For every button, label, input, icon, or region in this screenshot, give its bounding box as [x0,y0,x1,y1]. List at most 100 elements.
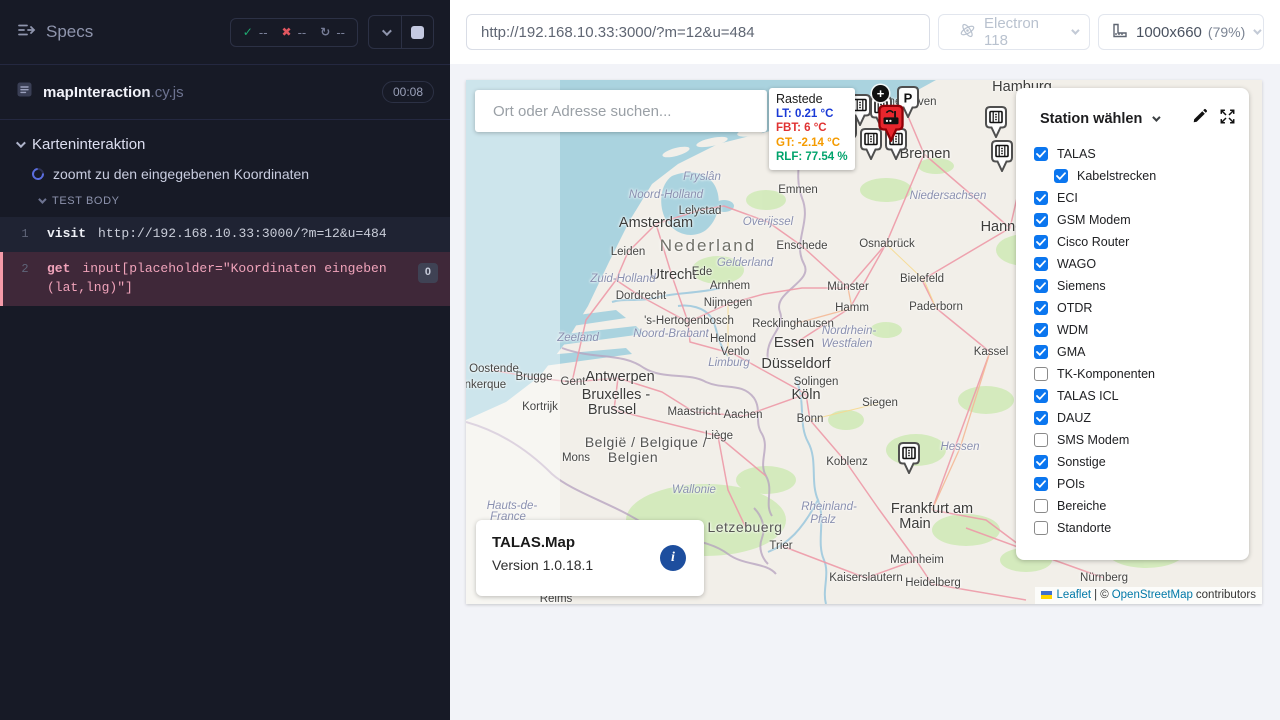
viewport-ruler-icon [1111,22,1128,43]
test-title: zoomt zu den eingegebenen Koordinaten [53,166,309,182]
checkbox[interactable] [1034,433,1048,447]
check-icon: ✓ [243,25,253,39]
checkbox[interactable] [1034,213,1048,227]
map-container[interactable]: HamburgBremerhavenBremenNiedersachsenHan… [466,80,1262,604]
layer-checkbox-row[interactable]: WDM [1034,323,1249,337]
aut-frame-area: HamburgBremerhavenBremenNiedersachsenHan… [450,64,1280,720]
checkbox[interactable] [1034,279,1048,293]
command-row[interactable]: 1 visithttp://192.168.10.33:3000/?m=12&u… [0,217,450,252]
checkbox[interactable] [1034,323,1048,337]
stat-passed: ✓-- [243,25,268,40]
checkbox[interactable] [1034,389,1048,403]
command-row[interactable]: 2 getinput[placeholder="Koordinaten eing… [0,252,450,306]
checkbox[interactable] [1034,367,1048,381]
leaflet-link[interactable]: Leaflet [1057,589,1092,601]
command-number: 2 [3,260,47,278]
checkbox[interactable] [1034,455,1048,469]
spec-file-row[interactable]: mapInteraction.cy.js 00:08 [0,65,450,119]
osm-link[interactable]: OpenStreetMap [1112,589,1193,601]
app-version: Version 1.0.18.1 [492,557,688,573]
layer-checkbox-row[interactable]: Kabelstrecken [1054,169,1249,183]
checkbox[interactable] [1054,169,1068,183]
x-icon: ✖ [282,25,292,39]
layer-label: GSM Modem [1057,213,1131,227]
ukraine-flag-icon [1041,591,1052,599]
layer-checkbox-row[interactable]: Sonstige [1034,455,1249,469]
viewport-select[interactable]: 1000x660 (79%) [1098,14,1264,50]
layer-checkbox-row[interactable]: OTDR [1034,301,1249,315]
running-spinner-icon [30,166,47,183]
expand-icon[interactable] [1220,109,1235,129]
layer-checkbox-row[interactable]: POIs [1034,477,1249,491]
url-bar[interactable]: http://192.168.10.33:3000/?m=12&u=484 [466,14,930,50]
layer-checkbox-row[interactable]: GMA [1034,345,1249,359]
layer-label: Bereiche [1057,499,1106,513]
layer-label: TALAS ICL [1057,389,1119,403]
command-name: get [47,261,70,276]
checkbox[interactable] [1034,499,1048,513]
station-select-dropdown[interactable]: Station wählen [1040,111,1142,127]
layer-label: WDM [1057,323,1088,337]
stat-pending: ↻-- [320,25,345,40]
info-icon[interactable]: i [660,545,686,571]
layer-checkbox-row[interactable]: DAUZ [1034,411,1249,425]
layer-checkbox-row[interactable]: TALAS ICL [1034,389,1249,403]
browser-select[interactable]: Electron 118 [938,14,1090,50]
checkbox[interactable] [1034,301,1048,315]
map-marker[interactable] [876,102,902,136]
tooltip-value-row: RLF: 77.54 % [776,150,848,164]
layer-checkbox-row[interactable]: GSM Modem [1034,213,1249,227]
command-number: 1 [3,225,47,243]
layer-checkbox-row[interactable]: ECI [1034,191,1249,205]
header-buttons [368,15,434,49]
map-marker[interactable] [989,138,1015,172]
stop-icon [411,26,424,39]
checkbox[interactable] [1034,235,1048,249]
checkbox[interactable] [1034,257,1048,271]
checkbox[interactable] [1034,411,1048,425]
spec-name: mapInteraction [43,84,151,101]
map-marker[interactable] [983,104,1009,138]
tooltip-values: LT: 0.21 °CFBT: 6 °CGT: -2.14 °CRLF: 77.… [776,107,848,165]
layer-label: SMS Modem [1057,433,1129,447]
map-marker[interactable]: + [872,85,889,102]
specs-menu-icon[interactable] [16,20,36,45]
layer-checkbox-row[interactable]: TALAS [1034,147,1249,161]
tooltip-value-row: GT: -2.14 °C [776,136,848,150]
layer-checkbox-row[interactable]: TK-Komponenten [1034,367,1249,381]
viewport-zoom: (79%) [1208,24,1245,40]
edit-icon[interactable] [1192,108,1208,129]
cypress-topbar: http://192.168.10.33:3000/?m=12&u=484 El… [450,0,1280,64]
test-stats: ✓-- ✖-- ↻-- [230,18,358,47]
checkbox[interactable] [1034,147,1048,161]
layer-checkbox-row[interactable]: Standorte [1034,521,1249,535]
checkbox[interactable] [1034,521,1048,535]
test-tree: Karteninteraktion zoomt zu den eingegebe… [0,120,450,306]
layer-checkbox-row[interactable]: SMS Modem [1034,433,1249,447]
map-attribution: Leaflet | © OpenStreetMap contributors [1035,587,1262,604]
checkbox[interactable] [1034,477,1048,491]
test-body-toggle[interactable]: TEST BODY [0,189,450,213]
layer-checkbox-row[interactable]: Siemens [1034,279,1249,293]
stop-button[interactable] [401,16,433,48]
tooltip-value-row: LT: 0.21 °C [776,107,848,121]
layer-label: WAGO [1057,257,1096,271]
layer-checkbox-row[interactable]: WAGO [1034,257,1249,271]
electron-icon [959,22,976,43]
test-zoomt-koordinaten[interactable]: zoomt zu den eingegebenen Koordinaten [0,159,450,189]
station-tooltip: Rastede LT: 0.21 °CFBT: 6 °CGT: -2.14 °C… [769,88,855,170]
checkbox[interactable] [1034,191,1048,205]
cluster-plus-icon: + [872,85,889,102]
layer-label: Sonstige [1057,455,1106,469]
layer-checkbox-row[interactable]: Cisco Router [1034,235,1249,249]
collapse-button[interactable] [369,16,401,48]
station-rack-pin-icon [989,138,1015,172]
map-marker[interactable] [896,440,922,474]
suite-karteninteraktion[interactable]: Karteninteraktion [0,130,450,159]
layer-label: TALAS [1057,147,1096,161]
command-count-badge: 0 [418,263,438,283]
tooltip-title: Rastede [776,92,848,106]
layer-checkbox-row[interactable]: Bereiche [1034,499,1249,513]
map-search-input[interactable] [475,90,767,132]
checkbox[interactable] [1034,345,1048,359]
